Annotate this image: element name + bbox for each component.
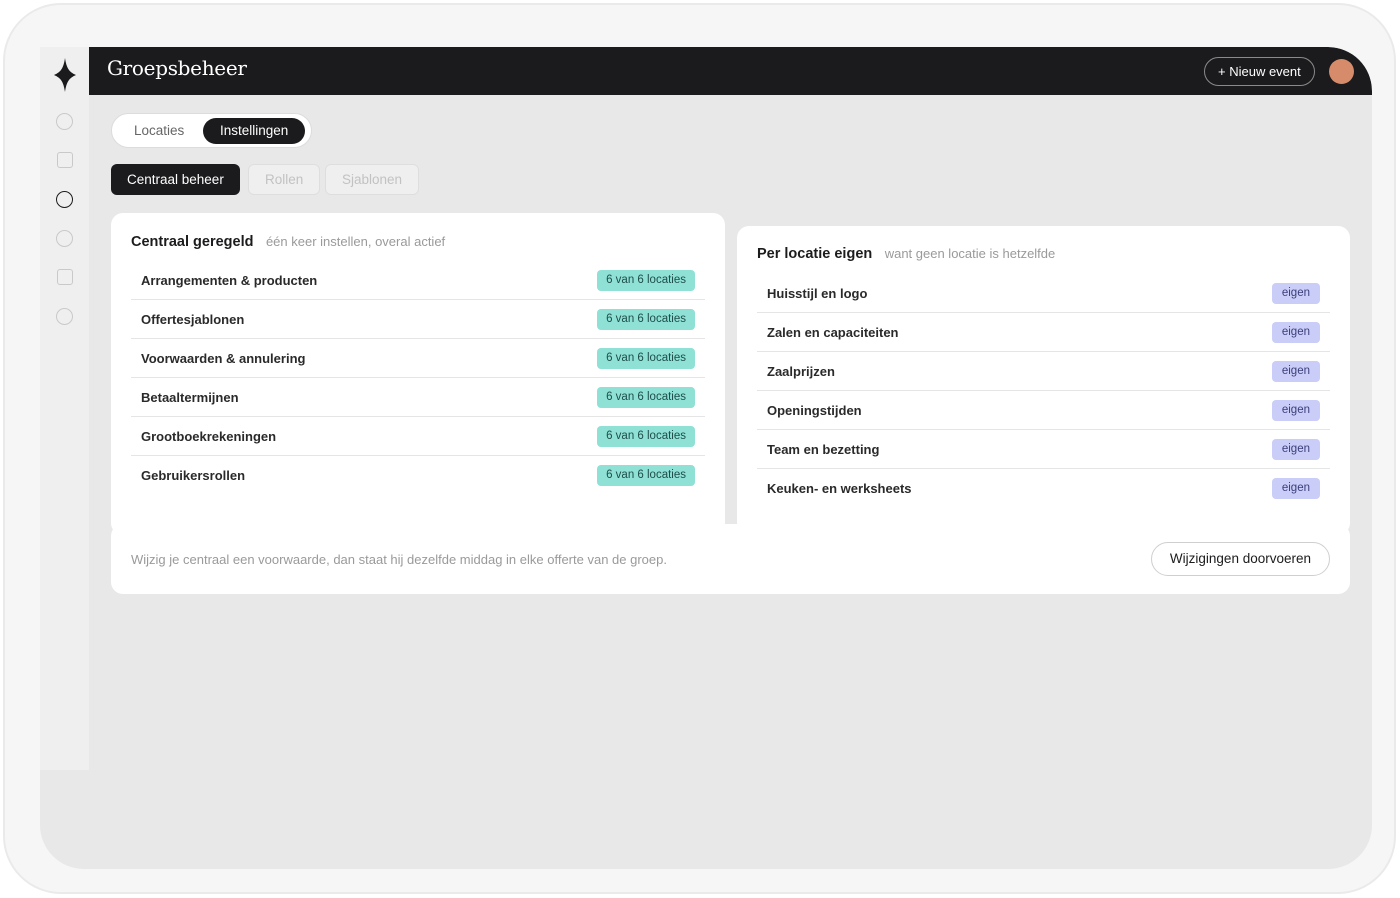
list-item-label: Openingstijden <box>767 403 862 418</box>
status-badge: 6 van 6 locaties <box>597 348 695 369</box>
list-item[interactable]: Voorwaarden & annulering 6 van 6 locatie… <box>131 339 705 378</box>
list-item-label: Voorwaarden & annulering <box>141 351 306 366</box>
status-badge: eigen <box>1271 361 1320 382</box>
list-item[interactable]: Openingstijden eigen <box>757 391 1330 430</box>
central-settings-list: Arrangementen & producten 6 van 6 locati… <box>131 261 705 495</box>
tab-rollen[interactable]: Rollen <box>248 164 321 195</box>
per-location-card: Per locatie eigen want geen locatie is h… <box>737 226 1350 535</box>
nav-circle-icon-active[interactable] <box>56 191 73 208</box>
avatar[interactable] <box>1329 59 1354 84</box>
list-item[interactable]: Zalen en capaciteiten eigen <box>757 313 1330 352</box>
card-header: Centraal geregeld één keer instellen, ov… <box>131 233 445 251</box>
page-title: Groepsbeheer <box>107 56 247 80</box>
list-item[interactable]: Huisstijl en logo eigen <box>757 274 1330 313</box>
status-badge: 6 van 6 locaties <box>597 309 695 330</box>
nav-square-icon[interactable] <box>57 269 73 285</box>
list-item[interactable]: Zaalprijzen eigen <box>757 352 1330 391</box>
nav-circle-icon[interactable] <box>56 113 73 130</box>
list-item-label: Grootboekrekeningen <box>141 429 277 444</box>
card-title: Per locatie eigen <box>757 246 873 262</box>
segment-instellingen[interactable]: Instellingen <box>203 118 306 144</box>
list-item-label: Keuken- en werksheets <box>767 481 912 496</box>
tab-centraal-beheer[interactable]: Centraal beheer <box>111 164 240 195</box>
list-item[interactable]: Grootboekrekeningen 6 van 6 locaties <box>131 417 705 456</box>
status-badge: eigen <box>1271 478 1320 499</box>
list-item[interactable]: Betaaltermijnen 6 van 6 locaties <box>131 378 705 417</box>
list-item[interactable]: Gebruikersrollen 6 van 6 locaties <box>131 456 705 495</box>
card-header: Per locatie eigen want geen locatie is h… <box>757 245 1055 263</box>
list-item-label: Betaaltermijnen <box>141 390 239 405</box>
status-badge: eigen <box>1271 439 1320 460</box>
list-item-label: Offertesjablonen <box>141 312 245 327</box>
nav-square-icon[interactable] <box>57 152 73 168</box>
nav-circle-icon[interactable] <box>56 230 73 247</box>
status-badge: eigen <box>1271 322 1320 343</box>
list-item-label: Huisstijl en logo <box>767 286 868 301</box>
list-item[interactable]: Offertesjablonen 6 van 6 locaties <box>131 300 705 339</box>
device-frame: Groepsbeheer + Nieuw event Locaties Inst… <box>3 3 1396 894</box>
status-badge: eigen <box>1271 400 1320 421</box>
view-segmented-control: Locaties Instellingen <box>111 113 312 148</box>
app-screen: Groepsbeheer + Nieuw event Locaties Inst… <box>40 47 1372 869</box>
list-item[interactable]: Team en bezetting eigen <box>757 430 1330 469</box>
new-event-button[interactable]: + Nieuw event <box>1204 57 1315 86</box>
footer-card: Wijzig je centraal een voorwaarde, dan s… <box>111 524 1350 594</box>
tab-sjablonen[interactable]: Sjablonen <box>325 164 420 195</box>
list-item[interactable]: Keuken- en werksheets eigen <box>757 469 1330 508</box>
footer-note: Wijzig je centraal een voorwaarde, dan s… <box>131 552 667 567</box>
status-badge: eigen <box>1271 283 1320 304</box>
apply-changes-button[interactable]: Wijzigingen doorvoeren <box>1150 542 1330 576</box>
central-settings-card: Centraal geregeld één keer instellen, ov… <box>111 213 725 535</box>
nav-circle-icon[interactable] <box>56 308 73 325</box>
list-item-label: Team en bezetting <box>767 442 880 457</box>
sidebar <box>40 47 89 770</box>
status-badge: 6 van 6 locaties <box>597 387 695 408</box>
top-bar: Groepsbeheer + Nieuw event <box>89 47 1372 95</box>
segment-locaties[interactable]: Locaties <box>117 118 201 144</box>
per-location-list: Huisstijl en logo eigen Zalen en capacit… <box>757 274 1330 508</box>
list-item-label: Gebruikersrollen <box>141 468 246 483</box>
status-badge: 6 van 6 locaties <box>597 426 695 447</box>
list-item-label: Arrangementen & producten <box>141 273 318 288</box>
list-item-label: Zalen en capaciteiten <box>767 325 899 340</box>
status-badge: 6 van 6 locaties <box>597 465 695 486</box>
card-title: Centraal geregeld <box>131 234 254 250</box>
status-badge: 6 van 6 locaties <box>597 270 695 291</box>
brand-logo-icon <box>54 58 76 92</box>
list-item[interactable]: Arrangementen & producten 6 van 6 locati… <box>131 261 705 300</box>
card-subtitle: want geen locatie is hetzelfde <box>884 246 1056 261</box>
card-subtitle: één keer instellen, overal actief <box>265 234 446 249</box>
list-item-label: Zaalprijzen <box>767 364 835 379</box>
